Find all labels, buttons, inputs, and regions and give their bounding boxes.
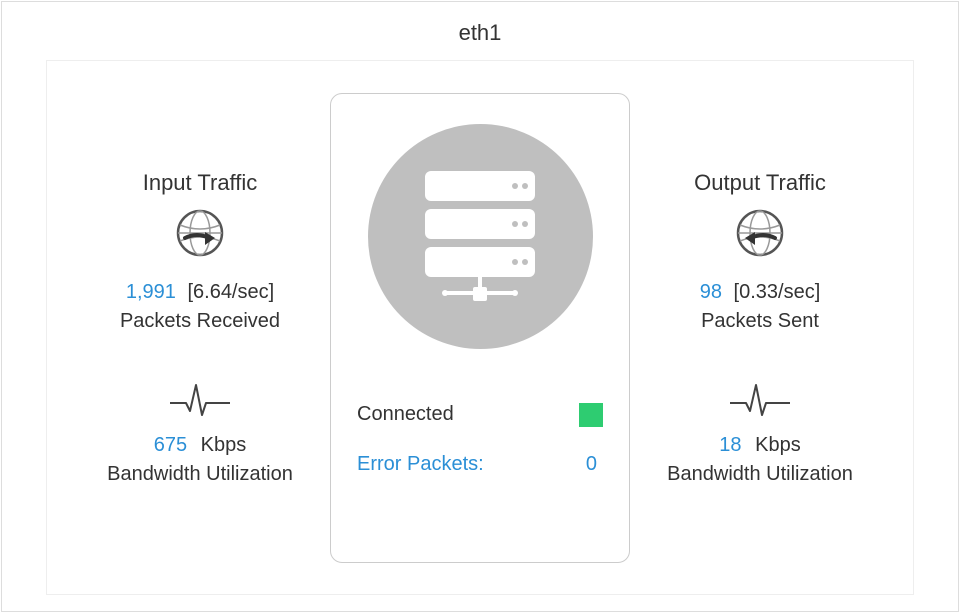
pulse-icon xyxy=(70,381,330,424)
input-packets-count: 1,991 xyxy=(126,281,176,303)
input-traffic-panel: Input Traffic 1,991 [6.64/sec] Packets R… xyxy=(70,170,330,486)
input-packets-label: Packets Received xyxy=(70,310,330,333)
output-bandwidth-label: Bandwidth Utilization xyxy=(630,463,890,486)
output-packets-label: Packets Sent xyxy=(630,310,890,333)
pulse-icon xyxy=(630,381,890,424)
input-heading: Input Traffic xyxy=(70,170,330,196)
error-packets-row: Error Packets: 0 xyxy=(353,447,607,482)
connection-status-row: Connected xyxy=(353,397,607,433)
input-bandwidth-label: Bandwidth Utilization xyxy=(70,463,330,486)
connection-status-label: Connected xyxy=(357,403,454,426)
dashboard-card: eth1 Input Traffic 1,991 [6.64/sec] xyxy=(1,1,959,612)
output-heading: Output Traffic xyxy=(630,170,890,196)
output-bandwidth-value: 18 xyxy=(719,434,741,456)
output-bandwidth-unit: Kbps xyxy=(755,434,801,456)
output-bandwidth-row: 18 Kbps xyxy=(630,434,890,457)
globe-arrow-out-icon xyxy=(630,208,890,263)
status-indicator xyxy=(579,403,603,427)
interface-title: eth1 xyxy=(2,2,958,60)
server-icon xyxy=(368,124,593,349)
center-status-panel: Connected Error Packets: 0 xyxy=(330,93,630,563)
error-packets-value: 0 xyxy=(586,453,597,476)
output-packets-rate: [0.33/sec] xyxy=(734,281,821,303)
output-packets-row: 98 [0.33/sec] xyxy=(630,281,890,304)
output-traffic-panel: Output Traffic 98 [0.33/sec] Packets Sen… xyxy=(630,170,890,486)
error-packets-label: Error Packets: xyxy=(357,453,484,476)
input-packets-row: 1,991 [6.64/sec] xyxy=(70,281,330,304)
globe-arrow-in-icon xyxy=(70,208,330,263)
input-bandwidth-row: 675 Kbps xyxy=(70,434,330,457)
input-bandwidth-unit: Kbps xyxy=(201,434,247,456)
output-packets-count: 98 xyxy=(700,281,722,303)
content-panel: Input Traffic 1,991 [6.64/sec] Packets R… xyxy=(46,60,914,595)
spacer xyxy=(353,433,607,447)
input-packets-rate: [6.64/sec] xyxy=(187,281,274,303)
input-bandwidth-value: 675 xyxy=(154,434,187,456)
